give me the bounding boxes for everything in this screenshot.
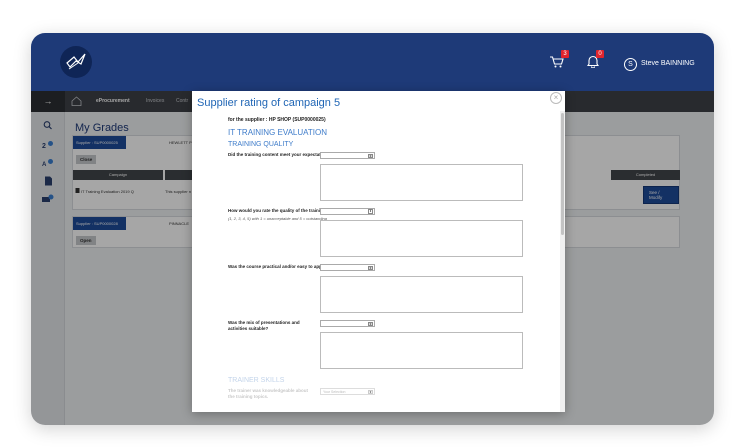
- comment-textarea[interactable]: [320, 332, 523, 369]
- chevron-down-icon: ▾: [368, 266, 373, 270]
- top-header: 3 0 S Steve BAINNING: [31, 33, 714, 91]
- chevron-down-icon: ▾: [368, 154, 373, 158]
- question-label: The trainer was knowledgeable about the …: [228, 388, 309, 399]
- question-hint: (1, 2, 3, 4, 5) with 1 = unacceptable an…: [228, 216, 327, 221]
- chevron-down-icon: ▾: [368, 322, 373, 326]
- cart-count-badge: 3: [561, 50, 569, 58]
- evaluation-title: IT TRAINING EVALUATION: [228, 128, 327, 137]
- rating-stepper[interactable]: ⇕: [320, 208, 375, 215]
- rating-select[interactable]: Your Selection ▾: [320, 388, 375, 395]
- user-name[interactable]: Steve BAINNING: [641, 60, 695, 67]
- section-title-trainer-skills: TRAINER SKILLS: [228, 377, 285, 384]
- user-avatar[interactable]: S: [624, 58, 637, 71]
- comment-textarea[interactable]: [320, 276, 523, 313]
- rating-select[interactable]: ▾: [320, 264, 375, 271]
- bird-logo-icon: [66, 53, 86, 70]
- section-title-training-quality: TRAINING QUALITY: [228, 141, 294, 148]
- stepper-arrows-icon[interactable]: ⇕: [368, 209, 373, 214]
- comment-textarea[interactable]: [320, 164, 523, 201]
- rating-select[interactable]: ▾: [320, 152, 375, 159]
- cart-button[interactable]: 3: [550, 50, 569, 73]
- close-icon[interactable]: ×: [550, 92, 562, 104]
- chevron-down-icon: ▾: [368, 390, 373, 394]
- select-value: Your Selection: [323, 390, 346, 394]
- app-logo[interactable]: [60, 46, 92, 78]
- modal-body: for the supplier : HP SHOP (SUP0000025) …: [192, 111, 559, 412]
- question-label: Was the mix of presentations and activit…: [228, 320, 300, 331]
- supplier-subtitle: for the supplier : HP SHOP (SUP0000025): [228, 117, 326, 123]
- modal-title: Supplier rating of campaign 5: [197, 97, 341, 109]
- rating-select[interactable]: ▾: [320, 320, 375, 327]
- notification-count-badge: 0: [596, 50, 604, 58]
- scrollbar-thumb[interactable]: [561, 113, 564, 235]
- notifications-button[interactable]: 0: [586, 50, 604, 73]
- comment-textarea[interactable]: [320, 220, 523, 257]
- supplier-rating-modal: Supplier rating of campaign 5 × for the …: [192, 91, 565, 412]
